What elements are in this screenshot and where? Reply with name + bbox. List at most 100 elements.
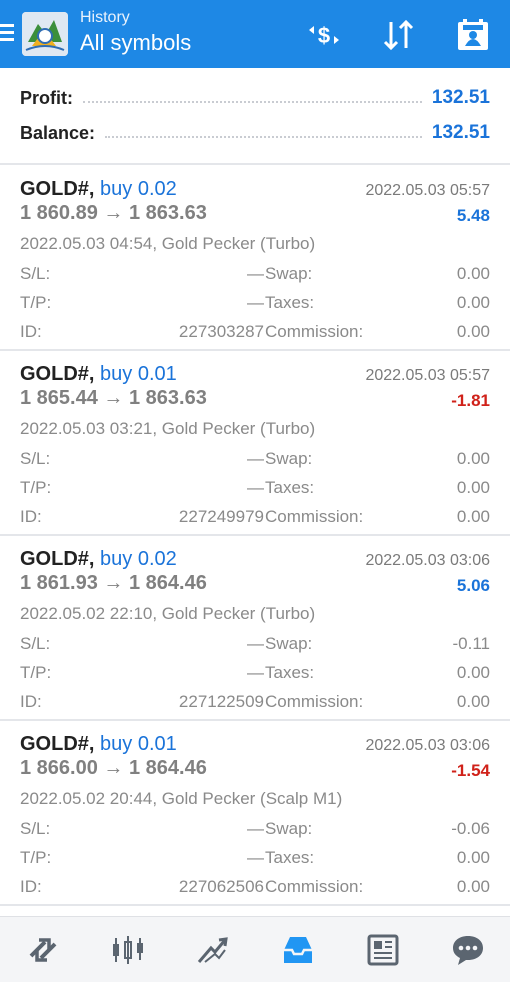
trade-open-info: 2022.05.02 20:44, Gold Pecker (Scalp M1) [20, 789, 343, 808]
trade-profit: 5.48 [456, 206, 490, 225]
trade-item[interactable]: GOLD#, buy 0.02 2022.05.03 05:57 1 860.8… [0, 166, 510, 350]
trade-open-info: 2022.05.03 03:21, Gold Pecker (Turbo) [20, 419, 316, 438]
trade-details: S/L: — Swap: -0.06 T/P: — Taxes: 0.00 ID: 22706… [20, 819, 490, 906]
account-summary: Profit: 132.51 Balance: 132.51 [0, 68, 510, 164]
tp-label: T/P: [20, 848, 52, 867]
trade-item[interactable]: GOLD#, buy 0.02 2022.05.03 03:06 1 861.9… [0, 536, 510, 720]
currency-filter-icon[interactable]: $ [305, 18, 343, 52]
header-title[interactable]: All symbols [80, 29, 191, 57]
swap-label: Swap: [265, 264, 313, 283]
profit-row: Profit: 132.51 [20, 83, 490, 113]
trade-symbol: GOLD#, [20, 178, 95, 200]
id-label: ID: [20, 692, 42, 711]
trade-symbol: GOLD#, [20, 733, 95, 755]
balance-label: Balance: [20, 122, 96, 143]
swap-value: -0.11 [452, 634, 491, 653]
bottom-navigation [0, 916, 510, 982]
trade-symbol: GOLD#, [20, 363, 95, 385]
taxes-label: Taxes: [265, 663, 315, 682]
swap-value: -0.06 [451, 819, 490, 838]
commission-value: 0.00 [456, 692, 490, 711]
tp-value: — [247, 293, 264, 312]
commission-value: 0.00 [456, 507, 490, 526]
trade-close-time: 2022.05.03 05:57 [365, 182, 490, 199]
calendar-icon[interactable] [454, 18, 492, 52]
trade-direction: buy 0.02 [100, 178, 177, 200]
trade-icon[interactable] [170, 917, 255, 982]
divider [0, 904, 510, 906]
commission-label: Commission: [265, 322, 364, 341]
news-icon[interactable] [340, 917, 425, 982]
trade-details: S/L: — Swap: -0.11 T/P: — Taxes: 0.00 ID: 22712… [20, 634, 490, 721]
taxes-value: 0.00 [456, 293, 490, 312]
commission-label: Commission: [265, 507, 364, 526]
trade-direction: buy 0.01 [100, 363, 177, 385]
sl-label: S/L: [20, 449, 51, 468]
divider [0, 163, 510, 165]
id-label: ID: [20, 877, 42, 896]
trade-prices: 1 861.93 → 1 864.46 [20, 572, 207, 594]
taxes-value: 0.00 [456, 663, 490, 682]
trade-item[interactable]: GOLD#, buy 0.01 2022.05.03 03:06 1 866.0… [0, 721, 510, 905]
id-value: 227122509 [178, 692, 264, 711]
dotted-leader [83, 93, 422, 103]
header-titles: History All symbols [80, 9, 191, 57]
taxes-value: 0.00 [456, 478, 490, 497]
taxes-value: 0.00 [456, 848, 490, 867]
id-value: 227249979 [178, 507, 264, 526]
id-label: ID: [20, 507, 42, 526]
profit-label: Profit: [20, 87, 73, 108]
balance-value: 132.51 [431, 122, 490, 143]
header-subtitle: History [80, 9, 130, 26]
trade-open-info: 2022.05.03 04:54, Gold Pecker (Turbo) [20, 234, 316, 253]
app-logo-icon[interactable] [22, 12, 68, 56]
sl-value: — [247, 449, 264, 468]
swap-value: 0.00 [456, 449, 490, 468]
trade-prices: 1 865.44 → 1 863.63 [20, 387, 207, 409]
commission-label: Commission: [265, 877, 364, 896]
trade-close-time: 2022.05.03 03:06 [365, 737, 490, 754]
trade-direction: buy 0.02 [100, 548, 177, 570]
sl-value: — [247, 264, 264, 283]
id-value: 227062506 [178, 877, 264, 896]
dotted-leader [105, 128, 422, 138]
chart-icon[interactable] [85, 917, 170, 982]
menu-icon[interactable] [0, 24, 14, 42]
sl-label: S/L: [20, 819, 51, 838]
tp-label: T/P: [20, 293, 52, 312]
taxes-label: Taxes: [265, 848, 315, 867]
sl-label: S/L: [20, 634, 51, 653]
tp-value: — [247, 848, 264, 867]
trade-close-time: 2022.05.03 03:06 [365, 552, 490, 569]
svg-text:$: $ [318, 23, 330, 48]
history-icon[interactable] [255, 917, 340, 982]
sl-label: S/L: [20, 264, 51, 283]
tp-label: T/P: [20, 478, 52, 497]
trade-prices: 1 866.00 → 1 864.46 [20, 757, 207, 779]
trade-symbol: GOLD#, [20, 548, 95, 570]
sort-icon[interactable] [380, 18, 418, 52]
profit-value: 132.51 [431, 87, 490, 108]
commission-value: 0.00 [456, 322, 490, 341]
swap-label: Swap: [265, 819, 313, 838]
swap-label: Swap: [265, 449, 313, 468]
trade-profit: -1.54 [451, 761, 490, 780]
quotes-icon[interactable] [0, 917, 85, 982]
app-header: History All symbols $ [0, 0, 510, 68]
swap-value: 0.00 [456, 264, 490, 283]
tp-label: T/P: [20, 663, 52, 682]
tp-value: — [247, 663, 264, 682]
trade-profit: 5.06 [456, 576, 490, 595]
trade-symbol-line: GOLD#, buy 0.02 [20, 178, 177, 201]
sl-value: — [247, 819, 264, 838]
trade-item[interactable]: GOLD#, buy 0.01 2022.05.03 05:57 1 865.4… [0, 351, 510, 535]
chat-icon[interactable] [425, 917, 510, 982]
trade-prices: 1 860.89 → 1 863.63 [20, 202, 207, 224]
tp-value: — [247, 478, 264, 497]
trade-details: S/L: — Swap: 0.00 T/P: — Taxes: 0.00 ID: 227303… [20, 264, 490, 351]
trade-profit: -1.81 [451, 391, 490, 410]
taxes-label: Taxes: [265, 478, 315, 497]
balance-row: Balance: 132.51 [20, 118, 490, 148]
id-value: 227303287 [178, 322, 264, 341]
trade-symbol-line: GOLD#, buy 0.01 [20, 733, 177, 756]
